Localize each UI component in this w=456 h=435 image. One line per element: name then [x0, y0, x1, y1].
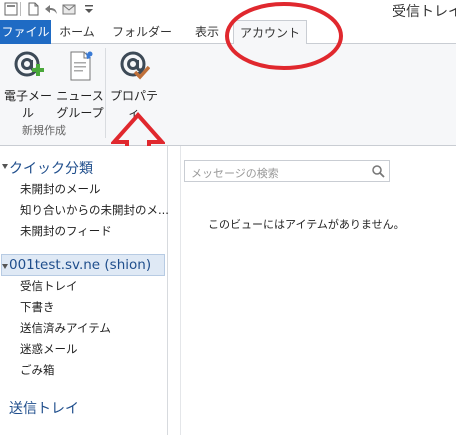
customize-qat-icon[interactable] — [82, 2, 96, 16]
tab-account[interactable]: アカウント — [233, 20, 307, 45]
email-button-label: 電子メール — [3, 89, 52, 120]
reply-icon[interactable] — [44, 2, 58, 16]
title-bar: 受信トレイ — [0, 0, 456, 20]
ribbon-group-label: 新規作成 — [22, 124, 66, 137]
newsgroup-label-line2: グループ — [56, 106, 104, 120]
nav-item-drafts[interactable]: 下書き — [20, 299, 55, 315]
nav-item-sent[interactable]: 送信済みアイテム — [20, 320, 111, 336]
navigation-pane: クイック分類 未開封のメール 知り合いからの未開封のメ... 未開封のフィード … — [0, 146, 169, 435]
nav-item-unread-contacts[interactable]: 知り合いからの未開封のメ... — [20, 202, 169, 218]
tab-home[interactable]: ホーム — [51, 20, 103, 44]
ribbon-panel: 電子メール ニュース グループ 新規作成 プロパティ — [0, 44, 456, 146]
nav-item-unread-feeds[interactable]: 未開封のフィード — [20, 223, 112, 239]
nav-item-inbox[interactable]: 受信トレイ — [20, 278, 78, 294]
new-email-account-button[interactable]: 電子メール — [0, 50, 56, 121]
properties-label: プロパティ — [109, 89, 158, 120]
message-list-pane: メッセージの検索 このビューにはアイテムがありません。 — [168, 146, 456, 435]
ribbon-separator — [105, 48, 106, 138]
account-properties-icon — [120, 51, 151, 80]
search-input[interactable]: メッセージの検索 — [184, 160, 390, 182]
window-title: 受信トレイ — [392, 4, 456, 20]
tab-file[interactable]: ファイル — [0, 20, 51, 44]
account-header[interactable]: 001test.sv.ne (shion) — [9, 257, 151, 273]
newsgroup-label-line1: ニュース — [56, 89, 104, 103]
properties-button[interactable]: プロパティ — [108, 50, 160, 121]
new-item-icon[interactable] — [26, 2, 40, 16]
search-icon[interactable] — [371, 164, 385, 178]
pane-divider — [180, 146, 181, 435]
tab-folder[interactable]: フォルダー — [103, 20, 181, 44]
send-receive-icon[interactable] — [62, 2, 76, 16]
nav-item-trash[interactable]: ごみ箱 — [20, 362, 55, 378]
ribbon-tab-bar: ファイル ホーム フォルダー 表示 アカウント — [0, 20, 456, 45]
search-placeholder: メッセージの検索 — [191, 167, 279, 180]
newsgroup-account-button[interactable]: ニュース グループ — [56, 50, 104, 121]
empty-view-message: このビューにはアイテムがありません。 — [208, 218, 405, 231]
quick-views-header[interactable]: クイック分類 — [9, 158, 93, 178]
tab-view[interactable]: 表示 — [181, 20, 233, 44]
email-account-icon — [14, 51, 44, 77]
nav-item-junk[interactable]: 迷惑メール — [20, 341, 78, 357]
nav-item-unread-mail[interactable]: 未開封のメール — [20, 181, 101, 197]
newsgroup-icon — [70, 51, 93, 81]
app-icon — [4, 2, 18, 16]
outbox-header[interactable]: 送信トレイ — [9, 398, 79, 418]
